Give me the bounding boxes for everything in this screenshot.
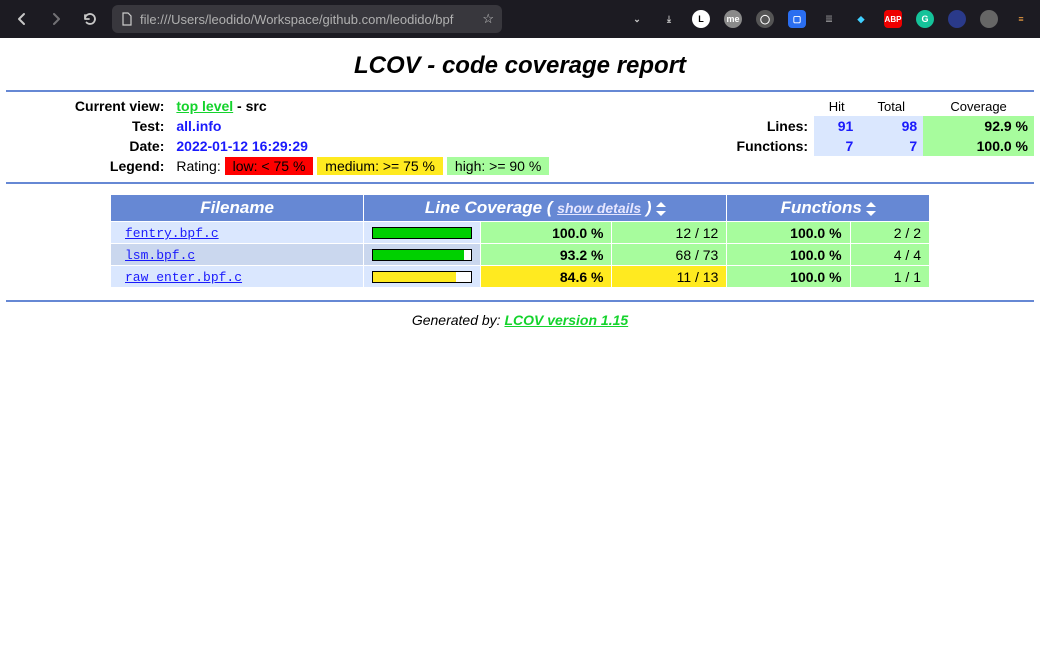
line-pct: 93.2 % (481, 244, 611, 265)
page-title: LCOV - code coverage report (6, 42, 1034, 88)
ext-icon-4[interactable]: ▢ (788, 10, 806, 28)
coverage-bar-cell (364, 244, 480, 265)
table-row: lsm.bpf.c 93.2 %68 / 73100.0 %4 / 4 (111, 244, 929, 265)
func-count: 1 / 1 (851, 266, 929, 287)
ext-icon-5[interactable]: ⦙⦙⦙ (820, 10, 838, 28)
files-table: Filename Line Coverage ( show details ) … (110, 194, 930, 288)
grammarly-icon[interactable]: G (916, 10, 934, 28)
legend-row: Rating: low: < 75 % medium: >= 75 % high… (170, 156, 1034, 176)
lines-coverage: 92.9 % (923, 116, 1034, 136)
generated-by-label: Generated by: (412, 312, 505, 328)
sort-icon[interactable] (656, 202, 666, 216)
date-label: Date: (6, 136, 170, 156)
line-count: 12 / 12 (612, 222, 726, 243)
rule-bottom (6, 300, 1034, 302)
date-value: 2022-01-12 16:29:29 (176, 138, 308, 154)
th-filename[interactable]: Filename (111, 195, 363, 221)
forward-button[interactable] (44, 7, 68, 31)
rule-top (6, 90, 1034, 92)
line-pct: 84.6 % (481, 266, 611, 287)
current-view-label: Current view: (6, 96, 170, 116)
toolbar-extensions: ⌄ ⤓ L me ◯ ▢ ⦙⦙⦙ ◆ ABP G ≡ (628, 10, 1030, 28)
breadcrumb-rest: - src (233, 98, 266, 114)
coverage-bar (372, 249, 472, 261)
summary-table: Current view: top level - src Hit Total … (6, 96, 1034, 176)
ext-icon-2[interactable]: me (724, 10, 742, 28)
functions-label: Functions: (403, 136, 814, 156)
line-count: 68 / 73 (612, 244, 726, 265)
file-link[interactable]: fentry.bpf.c (125, 226, 219, 241)
lcov-version-link[interactable]: LCOV version 1.15 (504, 312, 628, 328)
footer: Generated by: LCOV version 1.15 (6, 304, 1034, 336)
test-value: all.info (176, 118, 221, 134)
funcs-hit: 7 (814, 136, 859, 156)
funcs-total: 7 (859, 136, 923, 156)
file-cell: fentry.bpf.c (111, 222, 363, 243)
breadcrumb: top level - src (170, 96, 403, 116)
line-pct: 100.0 % (481, 222, 611, 243)
func-pct: 100.0 % (727, 222, 849, 243)
url-text: file:///Users/leodido/Workspace/github.c… (140, 12, 476, 27)
func-pct: 100.0 % (727, 266, 849, 287)
file-icon (120, 12, 134, 26)
col-coverage: Coverage (923, 96, 1034, 116)
col-hit: Hit (814, 96, 859, 116)
rule-mid (6, 182, 1034, 184)
back-button[interactable] (10, 7, 34, 31)
sort-icon[interactable] (866, 202, 876, 216)
func-count: 2 / 2 (851, 222, 929, 243)
star-icon[interactable]: ☆ (482, 11, 494, 27)
top-level-link[interactable]: top level (176, 98, 233, 114)
table-row: raw_enter.bpf.c 84.6 %11 / 13100.0 %1 / 1 (111, 266, 929, 287)
browser-chrome: file:///Users/leodido/Workspace/github.c… (0, 0, 1040, 38)
abp-icon[interactable]: ABP (884, 10, 902, 28)
legend-med: medium: >= 75 % (317, 157, 443, 175)
legend-label: Legend: (6, 156, 170, 176)
coverage-bar (372, 227, 472, 239)
download-icon[interactable]: ⤓ (660, 10, 678, 28)
ext-icon-1[interactable]: L (692, 10, 710, 28)
ext-icon-6[interactable]: ◆ (852, 10, 870, 28)
lines-total: 98 (859, 116, 923, 136)
table-row: fentry.bpf.c100.0 %12 / 12100.0 %2 / 2 (111, 222, 929, 243)
col-total: Total (859, 96, 923, 116)
file-cell: lsm.bpf.c (111, 244, 363, 265)
coverage-bar-cell (364, 222, 480, 243)
ext-icon-7[interactable] (948, 10, 966, 28)
pocket-icon[interactable]: ⌄ (628, 10, 646, 28)
th-linecov[interactable]: Line Coverage ( show details ) (364, 195, 726, 221)
ext-icon-8[interactable] (980, 10, 998, 28)
file-link[interactable]: lsm.bpf.c (125, 248, 195, 263)
test-label: Test: (6, 116, 170, 136)
coverage-bar-cell (364, 266, 480, 287)
th-functions[interactable]: Functions (727, 195, 929, 221)
url-bar[interactable]: file:///Users/leodido/Workspace/github.c… (112, 5, 502, 33)
file-cell: raw_enter.bpf.c (111, 266, 363, 287)
func-count: 4 / 4 (851, 244, 929, 265)
lines-label: Lines: (403, 116, 814, 136)
legend-low: low: < 75 % (225, 157, 314, 175)
show-details-link[interactable]: show details (557, 200, 641, 216)
line-count: 11 / 13 (612, 266, 726, 287)
file-link[interactable]: raw_enter.bpf.c (125, 270, 242, 285)
menu-icon[interactable]: ≡ (1012, 10, 1030, 28)
ext-icon-3[interactable]: ◯ (756, 10, 774, 28)
funcs-coverage: 100.0 % (923, 136, 1034, 156)
lines-hit: 91 (814, 116, 859, 136)
coverage-bar (372, 271, 472, 283)
legend-high: high: >= 90 % (447, 157, 549, 175)
reload-button[interactable] (78, 7, 102, 31)
func-pct: 100.0 % (727, 244, 849, 265)
page-content: LCOV - code coverage report Current view… (0, 38, 1040, 340)
rating-label: Rating: (176, 158, 220, 174)
